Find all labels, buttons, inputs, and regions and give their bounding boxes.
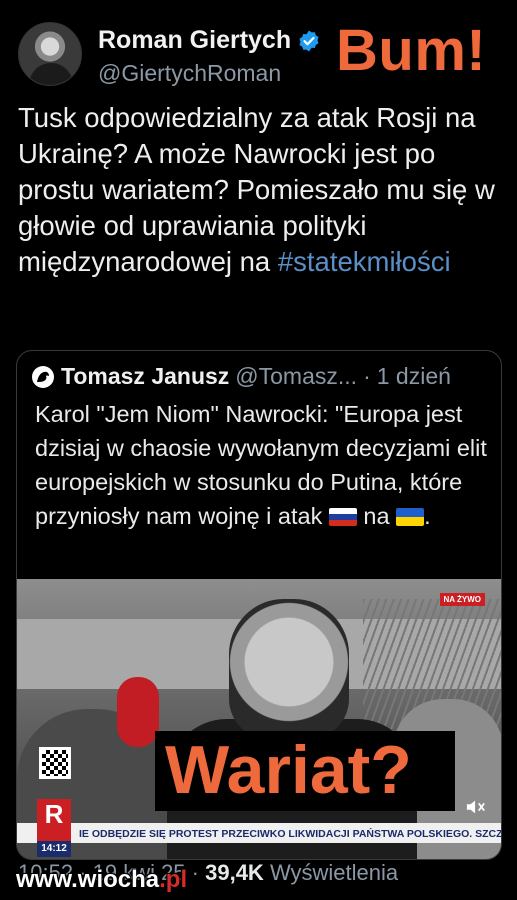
- watermark-brand: wiocha: [77, 866, 160, 893]
- quoted-timestamp[interactable]: 1 dzień: [377, 363, 451, 390]
- channel-clock: 14:12: [37, 841, 71, 857]
- views-label: Wyświetlenia: [269, 860, 399, 885]
- quoted-user-avatar-icon[interactable]: [31, 365, 55, 389]
- separator-dot: ·: [363, 363, 371, 389]
- author-name-row: Roman Giertych: [98, 26, 321, 55]
- author-handle[interactable]: @GiertychRoman: [98, 60, 281, 87]
- tweet-header: Roman Giertych @GiertychRoman Bum!: [0, 0, 517, 100]
- views-count: 39,4K: [205, 860, 264, 885]
- quoted-text-part-3: .: [424, 503, 431, 529]
- quoted-tweet-header: Tomasz Janusz @Tomasz... · 1 dzień: [31, 363, 451, 390]
- mute-icon[interactable]: [465, 797, 487, 817]
- tweet-text: Tusk odpowiedzialny za atak Rosji na Ukr…: [18, 100, 504, 280]
- overlay-caption: Bum!: [336, 18, 487, 83]
- site-watermark: www.wiocha.pl: [16, 866, 187, 894]
- quoted-tweet-text: Karol "Jem Niom" Nawrocki: "Europa jest …: [35, 397, 490, 533]
- news-ticker-text: IE ODBĘDZIE SIĘ PROTEST PRZECIWKO LIKWID…: [79, 828, 502, 840]
- author-name[interactable]: Roman Giertych: [98, 26, 291, 55]
- qr-code-icon: [39, 747, 71, 779]
- quoted-video[interactable]: NA ŻYWO Wariat? IE ODBĘDZIE SIĘ PROTEST …: [17, 579, 502, 859]
- channel-logo: R: [37, 799, 71, 843]
- watermark-suffix: .pl: [159, 866, 188, 893]
- watermark-prefix: www.: [16, 866, 78, 893]
- author-avatar[interactable]: [18, 22, 82, 86]
- video-speaker-head: [229, 599, 349, 739]
- live-badge: NA ŻYWO: [439, 593, 485, 606]
- quoted-text-part-2: na: [356, 503, 397, 529]
- verified-badge-icon: [299, 30, 319, 51]
- quoted-author-handle[interactable]: @Tomasz...: [235, 363, 357, 390]
- video-red-figure: [117, 677, 159, 747]
- ukraine-flag-icon: [396, 508, 425, 526]
- hashtag-link[interactable]: #statekmiłości: [278, 246, 451, 277]
- quoted-author-name[interactable]: Tomasz Janusz: [61, 363, 229, 390]
- russia-flag-icon: [328, 508, 357, 526]
- video-overlay-caption: Wariat?: [165, 732, 412, 808]
- quoted-tweet[interactable]: Tomasz Janusz @Tomasz... · 1 dzień Karol…: [16, 350, 502, 860]
